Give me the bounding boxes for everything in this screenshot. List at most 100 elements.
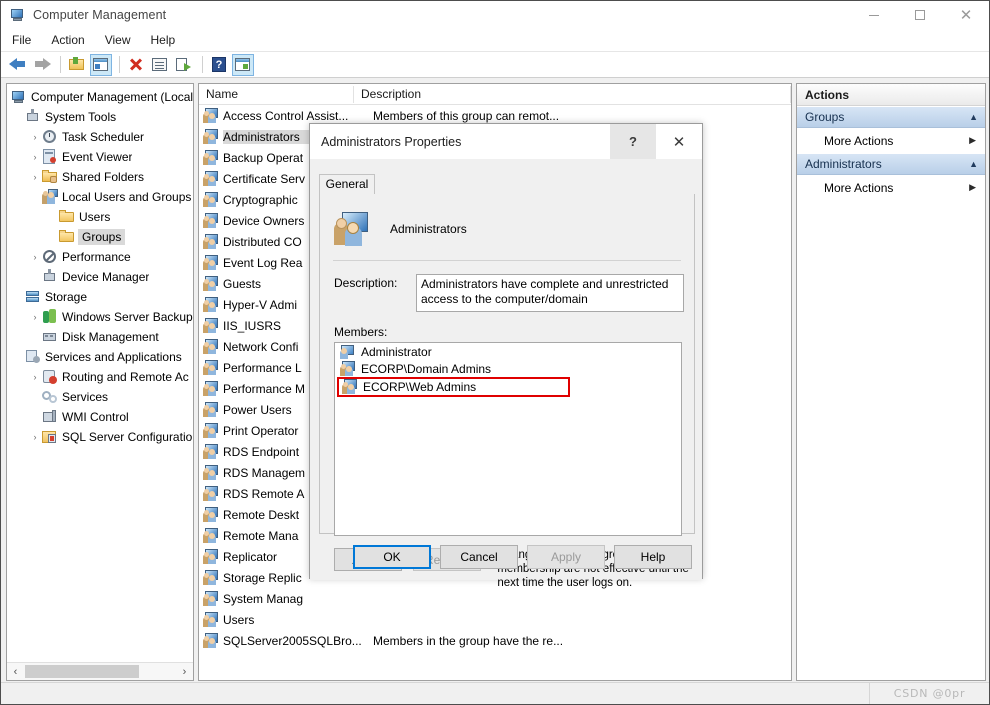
tree-expander[interactable]: [28, 268, 42, 286]
chevron-right-icon[interactable]: ▶: [969, 135, 976, 146]
window-controls: ✕: [851, 1, 989, 29]
tree-expander[interactable]: [28, 408, 42, 426]
tree-item-label: Windows Server Backup: [62, 310, 193, 324]
tree-item-label: Computer Management (Local: [31, 90, 193, 104]
member-row-highlighted[interactable]: ECORP\Web Admins: [337, 377, 570, 397]
actions-item-label: More Actions: [824, 134, 893, 148]
members-label: Members:: [320, 312, 694, 339]
group-icon: [203, 507, 219, 523]
tree-item-shared-folders[interactable]: › Shared Folders: [9, 167, 193, 187]
group-icon: [203, 297, 219, 313]
clock-icon: [42, 129, 58, 145]
tree-item-root[interactable]: Computer Management (Local: [9, 87, 193, 107]
tree-item-performance[interactable]: › Performance: [9, 247, 193, 267]
tree-item-users[interactable]: Users: [9, 207, 193, 227]
menu-action[interactable]: Action: [42, 31, 93, 49]
scroll-right-icon[interactable]: ›: [176, 663, 193, 680]
group-icon: [203, 192, 219, 208]
scrollbar-thumb[interactable]: [25, 665, 139, 678]
tree-item-label: Services and Applications: [45, 350, 182, 364]
help-icon[interactable]: ?: [208, 54, 230, 76]
menu-view[interactable]: View: [96, 31, 140, 49]
tree-expander[interactable]: ⱟ: [11, 288, 25, 306]
forward-icon[interactable]: [31, 54, 53, 76]
maximize-button[interactable]: [897, 1, 943, 29]
tree-expander[interactable]: ⱟ: [11, 348, 25, 366]
window-titlebar: Computer Management ✕: [1, 1, 989, 29]
dialog-help-button[interactable]: ?: [610, 124, 656, 159]
minimize-button[interactable]: [851, 1, 897, 29]
tree-item-task-scheduler[interactable]: › Task Scheduler: [9, 127, 193, 147]
console-tree[interactable]: Computer Management (Local ⱟ System Tools…: [7, 84, 193, 662]
tree-item-sql-server-configuratio[interactable]: › SQL Server Configuratio: [9, 427, 193, 447]
actions-group-header[interactable]: Groups ▲: [797, 106, 985, 128]
member-row[interactable]: Administrator: [335, 343, 681, 360]
chevron-up-icon[interactable]: ▲: [969, 159, 978, 169]
tree-item-wmi-control[interactable]: WMI Control: [9, 407, 193, 427]
tree-expander[interactable]: ›: [28, 368, 42, 386]
tree-item-system-tools[interactable]: ⱟ System Tools: [9, 107, 193, 127]
actions-menu-item-more-actions[interactable]: More Actions ▶: [797, 128, 985, 153]
members-listbox[interactable]: Administrator ECORP\Domain Admins ECORP\We…: [334, 342, 682, 536]
tree-expander[interactable]: [45, 208, 59, 226]
tree-item-local-users-and-groups[interactable]: ⱟ Local Users and Groups: [9, 187, 193, 207]
tree-expander[interactable]: ›: [28, 428, 42, 446]
tree-expander[interactable]: ⱟ: [28, 188, 42, 206]
up-one-level-icon[interactable]: [66, 54, 88, 76]
actions-menu-item-more-actions[interactable]: More Actions ▶: [797, 175, 985, 200]
tab-general[interactable]: General: [319, 174, 375, 194]
tree-expander[interactable]: [28, 328, 42, 346]
tree-expander[interactable]: ›: [28, 308, 42, 326]
tree-expander[interactable]: ›: [28, 128, 42, 146]
properties-icon[interactable]: [149, 54, 171, 76]
description-input[interactable]: Administrators have complete and unrestr…: [416, 274, 684, 312]
folder-icon: [59, 229, 75, 245]
show-hide-console-tree-icon[interactable]: [90, 54, 112, 76]
chevron-right-icon[interactable]: ▶: [969, 182, 976, 193]
tree-item-storage[interactable]: ⱟ Storage: [9, 287, 193, 307]
actions-group-header[interactable]: Administrators ▲: [797, 153, 985, 175]
back-icon[interactable]: [7, 54, 29, 76]
tree-expander[interactable]: ⱟ: [11, 108, 25, 126]
column-header-name[interactable]: Name: [199, 84, 354, 105]
tree-item-services[interactable]: Services: [9, 387, 193, 407]
tree-item-disk-management[interactable]: Disk Management: [9, 327, 193, 347]
export-list-icon[interactable]: [173, 54, 195, 76]
services-icon: [42, 389, 58, 405]
tree-expander[interactable]: [45, 228, 59, 246]
group-name-label: Administrators: [390, 222, 467, 236]
tree-expander[interactable]: [28, 388, 42, 406]
show-hide-action-pane-icon[interactable]: [232, 54, 254, 76]
table-row[interactable]: Users: [199, 609, 791, 630]
tree-item-services-and-applications[interactable]: ⱟ Services and Applications: [9, 347, 193, 367]
member-row[interactable]: ECORP\Domain Admins: [335, 360, 681, 377]
ok-button[interactable]: OK: [353, 545, 431, 569]
cancel-button[interactable]: Cancel: [440, 545, 518, 569]
tree-expander[interactable]: ›: [28, 148, 42, 166]
delete-icon[interactable]: [125, 54, 147, 76]
menu-file[interactable]: File: [3, 31, 40, 49]
tree-expander[interactable]: ›: [28, 248, 42, 266]
close-button[interactable]: ✕: [943, 1, 989, 29]
tree-item-label: Disk Management: [62, 330, 159, 344]
help-button[interactable]: Help: [614, 545, 692, 569]
tree-item-event-viewer[interactable]: › Event Viewer: [9, 147, 193, 167]
menu-help[interactable]: Help: [142, 31, 185, 49]
chevron-up-icon[interactable]: ▲: [969, 112, 978, 122]
group-icon: [203, 129, 219, 145]
group-icon: [203, 633, 219, 649]
tree-item-windows-server-backup[interactable]: › Windows Server Backup: [9, 307, 193, 327]
tree-horizontal-scrollbar[interactable]: ‹ ›: [7, 662, 193, 680]
tree-item-groups[interactable]: Groups: [9, 227, 193, 247]
computer-icon: [11, 89, 27, 105]
apply-button: Apply: [527, 545, 605, 569]
dialog-close-button[interactable]: ✕: [656, 124, 702, 159]
group-icon: [203, 108, 219, 124]
tree-item-routing-and-remote-ac[interactable]: › Routing and Remote Ac: [9, 367, 193, 387]
table-row[interactable]: System Manag: [199, 588, 791, 609]
scroll-left-icon[interactable]: ‹: [7, 663, 24, 680]
column-header-description[interactable]: Description: [354, 84, 791, 105]
tree-item-device-manager[interactable]: Device Manager: [9, 267, 193, 287]
table-row[interactable]: SQLServer2005SQLBro... Members in the gro…: [199, 630, 791, 651]
tree-expander[interactable]: ›: [28, 168, 42, 186]
